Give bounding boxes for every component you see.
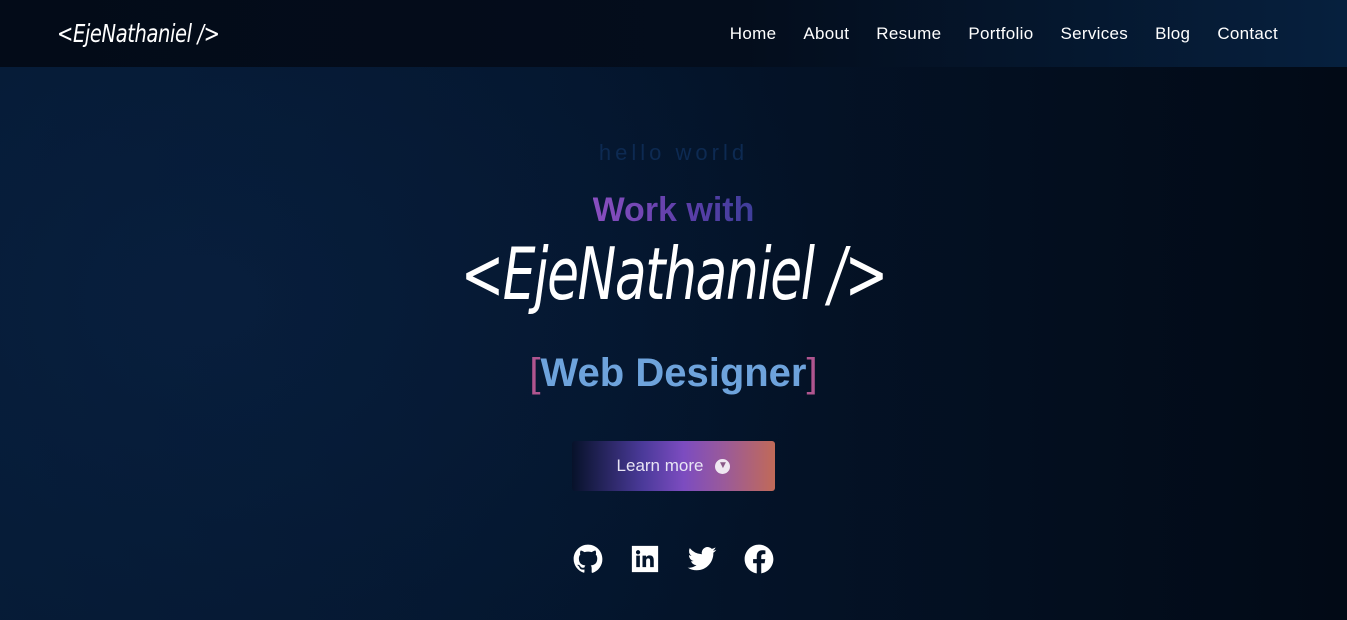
- nav-blog[interactable]: Blog: [1155, 24, 1190, 44]
- twitter-icon: [687, 547, 717, 571]
- nav-portfolio[interactable]: Portfolio: [968, 24, 1033, 44]
- github-icon: [573, 544, 603, 573]
- nav-services[interactable]: Services: [1060, 24, 1128, 44]
- facebook-icon: [744, 544, 774, 574]
- learn-more-button[interactable]: Learn more ▼: [572, 441, 775, 491]
- hero-section: hello world Work with <EjeNathaniel /> […: [0, 67, 1347, 620]
- hero-name-text: <EjeNathaniel />: [460, 232, 888, 316]
- linkedin-icon: [631, 545, 659, 573]
- top-navbar: <EjeNathaniel /> Home About Resume Portf…: [0, 0, 1347, 67]
- nav-about[interactable]: About: [803, 24, 849, 44]
- hero-intro-text: Work with: [592, 191, 755, 229]
- linkedin-link[interactable]: [630, 543, 660, 575]
- hero-name: <EjeNathaniel />: [0, 232, 1347, 316]
- role-bracket-close: ]: [806, 351, 818, 395]
- facebook-link[interactable]: [744, 543, 774, 575]
- role-bracket-open: [: [529, 351, 541, 395]
- nav-resume[interactable]: Resume: [876, 24, 941, 44]
- site-logo[interactable]: <EjeNathaniel />: [57, 19, 220, 48]
- twitter-link[interactable]: [687, 543, 717, 575]
- hero-greeting: hello world: [598, 140, 749, 165]
- nav-home[interactable]: Home: [730, 24, 777, 44]
- main-nav: Home About Resume Portfolio Services Blo…: [703, 24, 1278, 44]
- hero-intro: Work with: [0, 191, 1347, 230]
- hero-role: [Web Designer]: [0, 351, 1347, 396]
- nav-contact[interactable]: Contact: [1217, 24, 1278, 44]
- social-links: [0, 543, 1347, 575]
- cta-container: Learn more ▼: [0, 441, 1347, 491]
- role-text: Web Designer: [540, 351, 807, 395]
- github-link[interactable]: [573, 543, 603, 575]
- learn-more-label: Learn more: [616, 456, 704, 475]
- arrow-down-circle-icon: ▼: [715, 458, 731, 474]
